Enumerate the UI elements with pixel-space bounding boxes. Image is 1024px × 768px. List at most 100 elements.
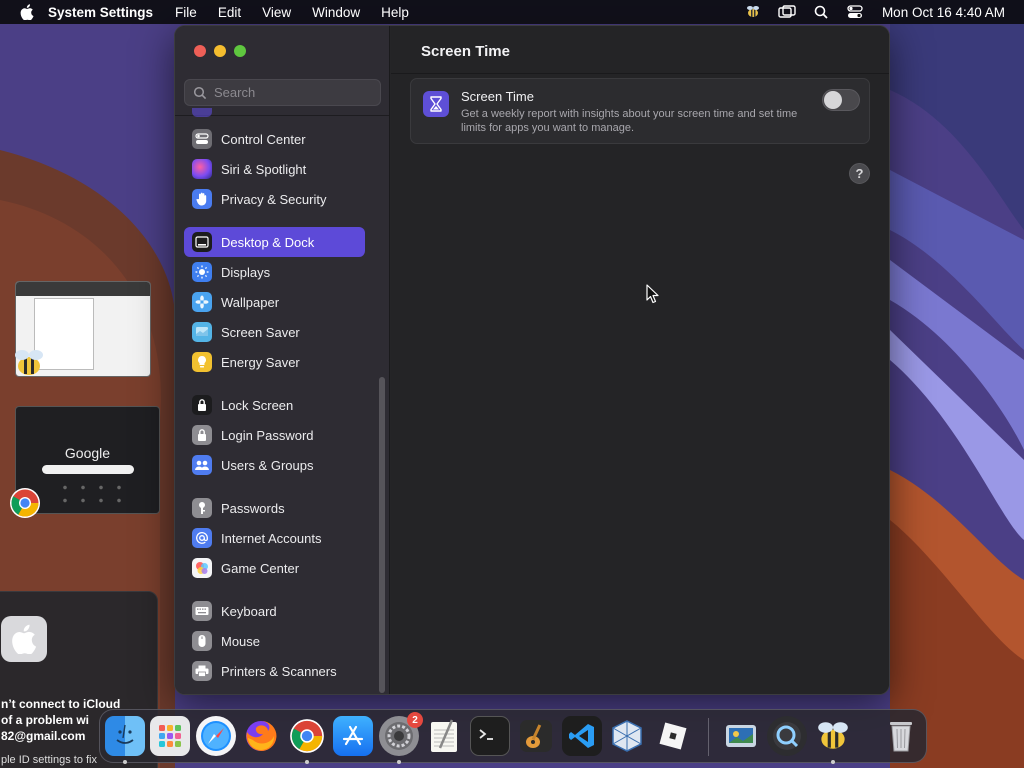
bee-status-icon[interactable] [744, 4, 762, 20]
sidebar-item-label: Control Center [221, 131, 306, 147]
sidebar-item-label: Desktop & Dock [221, 234, 315, 250]
padlock-icon [192, 425, 212, 445]
sidebar-item-keyboard[interactable]: Keyboard [184, 596, 365, 626]
vscode-icon[interactable] [562, 716, 602, 756]
sidebar-item-mouse[interactable]: Mouse [184, 626, 365, 656]
garageband-icon[interactable] [516, 716, 556, 756]
window-menu[interactable]: Window [312, 5, 360, 20]
screensaver-icon [192, 322, 212, 342]
screen-time-toggle[interactable] [822, 89, 860, 111]
mouse-cursor-icon [646, 284, 660, 304]
minimize-window-button[interactable] [214, 45, 226, 57]
help-menu[interactable]: Help [381, 5, 409, 20]
sidebar-item-label: Game Center [221, 560, 300, 576]
safari-icon[interactable] [196, 716, 236, 756]
help-button[interactable]: ? [849, 163, 870, 184]
apple-logo-icon [1, 616, 47, 662]
dock-icon [192, 232, 212, 252]
preview-icon[interactable] [721, 716, 761, 756]
sidebar-item-label: Printers & Scanners [221, 663, 337, 679]
sidebar-item-label: Screen Saver [221, 324, 300, 340]
system-settings-window: Control Center Siri & Spotlight Privacy … [174, 25, 890, 695]
spotlight-search-icon[interactable] [812, 4, 830, 20]
cyberduck-icon[interactable] [813, 716, 853, 756]
sidebar-item-label: Privacy & Security [221, 191, 327, 207]
sidebar-item-label: Keyboard [221, 603, 277, 619]
key-icon [192, 498, 212, 518]
system-settings-icon[interactable]: 2 [379, 712, 423, 756]
screen-time-description: Get a weekly report with insights about … [461, 108, 798, 134]
sidebar-item-users-groups[interactable]: Users & Groups [184, 450, 365, 480]
google-logo-text: Google [64, 445, 111, 461]
sidebar-item-control-center[interactable]: Control Center [184, 124, 365, 154]
screen-time-card: Screen Time Get a weekly report with ins… [410, 78, 870, 144]
sidebar-item-printers-scanners[interactable]: Printers & Scanners [184, 656, 365, 686]
cyberduck-app-icon [12, 346, 46, 380]
virtualbox-icon[interactable] [607, 716, 647, 756]
search-input[interactable] [214, 85, 364, 100]
notification-body-line: of a problem wi [1, 713, 90, 727]
finder-icon[interactable] [105, 716, 145, 756]
at-icon [192, 528, 212, 548]
menu-bar-clock[interactable]: Mon Oct 16 4:40 AM [882, 5, 1005, 20]
mouse-icon [192, 631, 212, 651]
trash-icon[interactable] [881, 716, 921, 756]
keyboard-icon [192, 601, 212, 621]
apple-menu-icon[interactable] [16, 1, 38, 23]
screen-time-title: Screen Time [461, 89, 534, 104]
sidebar-item-displays[interactable]: Displays [184, 257, 365, 287]
page-title: Screen Time [421, 43, 510, 60]
toggle-knob [824, 91, 842, 109]
textedit-icon[interactable] [424, 716, 464, 756]
control-center-icon [192, 129, 212, 149]
sidebar-item-label: Login Password [221, 427, 314, 443]
sidebar-item-login-password[interactable]: Login Password [184, 420, 365, 450]
zoom-window-button[interactable] [234, 45, 246, 57]
launchpad-icon[interactable] [150, 716, 190, 756]
sidebar-item-internet-accounts[interactable]: Internet Accounts [184, 523, 365, 553]
app-menu[interactable]: System Settings [48, 5, 153, 20]
sidebar-item-desktop-dock[interactable]: Desktop & Dock [184, 227, 365, 257]
notification-title: n’t connect to iCloud [1, 697, 121, 711]
sidebar-item-privacy-security[interactable]: Privacy & Security [184, 184, 365, 214]
edit-menu[interactable]: Edit [218, 5, 241, 20]
quicktime-icon[interactable] [767, 716, 807, 756]
sidebar-item-passwords[interactable]: Passwords [184, 493, 365, 523]
sidebar-item-lock-screen[interactable]: Lock Screen [184, 390, 365, 420]
settings-badge: 2 [407, 712, 423, 728]
sidebar-scrollbar[interactable] [379, 377, 385, 693]
sidebar-item-game-center[interactable]: Game Center [184, 553, 365, 583]
notification-body-line: ple ID settings to fix [1, 754, 97, 766]
search-field[interactable] [184, 79, 381, 106]
sidebar: Control Center Siri & Spotlight Privacy … [175, 26, 390, 694]
screen-mirroring-icon[interactable] [778, 4, 796, 20]
hourglass-icon [423, 91, 449, 117]
sidebar-item-label: Energy Saver [221, 354, 300, 370]
sidebar-item-wallpaper[interactable]: Wallpaper [184, 287, 365, 317]
sidebar-item-label: Siri & Spotlight [221, 161, 307, 177]
flower-icon [192, 292, 212, 312]
siri-icon [192, 159, 212, 179]
dock: 2 [99, 709, 927, 764]
app-store-icon[interactable] [333, 716, 373, 756]
search-icon [193, 86, 207, 99]
sidebar-item-screen-saver[interactable]: Screen Saver [184, 317, 365, 347]
terminal-icon[interactable] [470, 716, 510, 756]
users-icon [192, 455, 212, 475]
chrome-app-icon [9, 487, 41, 519]
sidebar-item-label: Users & Groups [221, 457, 314, 473]
chrome-icon[interactable] [287, 716, 327, 756]
sidebar-item-siri-spotlight[interactable]: Siri & Spotlight [184, 154, 365, 184]
sidebar-item-label: Mouse [221, 633, 261, 649]
firefox-icon[interactable] [241, 716, 281, 756]
sidebar-item-label: Internet Accounts [221, 530, 322, 546]
control-center-toggle-icon[interactable] [846, 4, 864, 20]
hand-icon [192, 189, 212, 209]
close-window-button[interactable] [194, 45, 206, 57]
roblox-icon[interactable] [653, 716, 693, 756]
view-menu[interactable]: View [262, 5, 291, 20]
sidebar-item-energy-saver[interactable]: Energy Saver [184, 347, 365, 377]
notification-body-line: 82@gmail.com [1, 729, 86, 743]
file-menu[interactable]: File [175, 5, 197, 20]
window-controls [194, 45, 246, 57]
